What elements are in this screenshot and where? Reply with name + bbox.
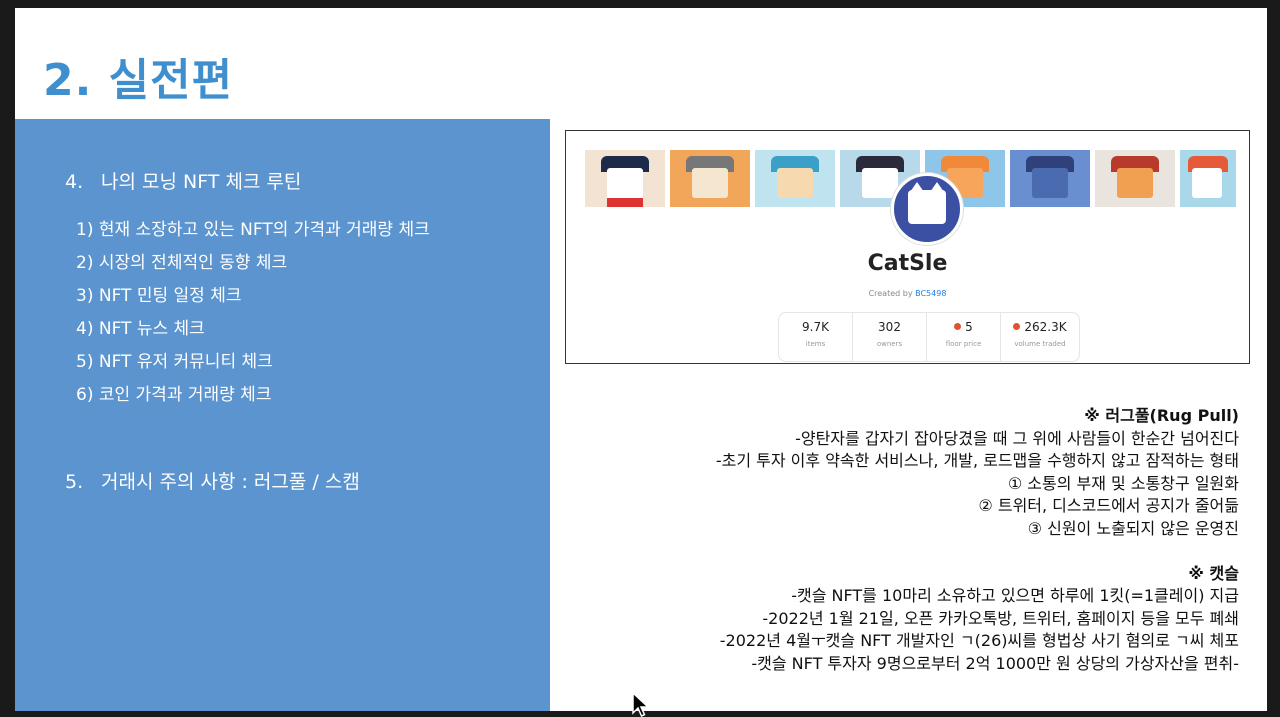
slide-title: 2. 실전편 bbox=[43, 55, 234, 106]
stat-value: 9.7K bbox=[802, 320, 829, 334]
section-5-title: 거래시 주의 사항 : 러그풀 / 스캠 bbox=[101, 471, 360, 493]
stat-owners: 302 owners bbox=[853, 313, 927, 361]
notes-text: ※ 러그풀(Rug Pull) -양탄자를 갑자기 잡아당겼을 때 그 위에 사… bbox=[716, 405, 1239, 676]
stat-floor-price: 5 floor price bbox=[927, 313, 1001, 361]
stat-value: 5 bbox=[965, 320, 973, 334]
created-by: Created by BC5498 bbox=[566, 289, 1249, 298]
collection-avatar bbox=[891, 173, 963, 245]
collection-name: CatSle bbox=[867, 251, 948, 276]
routine-item: 6) 코인 가격과 거래량 체크 bbox=[76, 385, 272, 405]
catsle-line: -2022년 4월ㅜ캣슬 NFT 개발자인 ㄱ(26)씨를 형법상 사기 혐의로… bbox=[719, 631, 1239, 651]
section-4-title: 나의 모닝 NFT 체크 루틴 bbox=[101, 171, 302, 193]
section-4-heading: 4. 나의 모닝 NFT 체크 루틴 bbox=[65, 167, 301, 194]
nft-thumbnail-image bbox=[1095, 150, 1175, 207]
presentation-slide: 2. 실전편 4. 나의 모닝 NFT 체크 루틴 1) 현재 소장하고 있는 N… bbox=[15, 8, 1267, 711]
catsle-line: -캣슬 NFT 투자자 9명으로부터 2억 1000만 원 상당의 가상자산을 … bbox=[751, 653, 1239, 673]
routine-item: 5) NFT 유저 커뮤니티 체크 bbox=[76, 352, 273, 372]
nft-thumbnail-image bbox=[755, 150, 835, 207]
section-5-heading: 5. 거래시 주의 사항 : 러그풀 / 스캠 bbox=[65, 467, 360, 494]
rugpull-line: ① 소통의 부재 및 소통창구 일원화 bbox=[1007, 473, 1239, 493]
catsle-line: -2022년 1월 21일, 오픈 카카오톡방, 트위터, 홈페이지 등을 모두… bbox=[762, 608, 1239, 628]
routine-item: 1) 현재 소장하고 있는 NFT의 가격과 거래량 체크 bbox=[76, 220, 430, 240]
created-by-label: Created by bbox=[868, 289, 913, 298]
nft-thumbnail-image bbox=[670, 150, 750, 207]
eth-icon bbox=[954, 323, 962, 330]
rugpull-heading: ※ 러그풀(Rug Pull) bbox=[1084, 406, 1239, 425]
nft-collection-screenshot: CatSle Created by BC5498 9.7K items 302 … bbox=[565, 130, 1250, 364]
stat-label: owners bbox=[876, 340, 903, 348]
rugpull-line: ③ 신원이 노출되지 않은 운영진 bbox=[1027, 518, 1239, 538]
nft-thumbnail-image bbox=[585, 150, 665, 207]
stat-items: 9.7K items bbox=[779, 313, 853, 361]
routine-list: 1) 현재 소장하고 있는 NFT의 가격과 거래량 체크 2) 시장의 전체적… bbox=[76, 217, 430, 415]
cat-icon bbox=[908, 182, 946, 224]
stat-label: floor price bbox=[945, 340, 982, 348]
routine-item: 3) NFT 민팅 일정 체크 bbox=[76, 286, 242, 306]
section-4-number: 4. bbox=[65, 171, 84, 193]
stat-volume-traded: 262.3K volume traded bbox=[1001, 313, 1079, 361]
mouse-cursor-icon bbox=[632, 692, 650, 717]
eth-icon bbox=[1013, 323, 1021, 330]
section-5-number: 5. bbox=[65, 471, 84, 493]
nft-thumbnail-image bbox=[1010, 150, 1090, 207]
collection-stats: 9.7K items 302 owners 5 floor price 262.… bbox=[778, 312, 1080, 362]
stat-value: 302 bbox=[878, 320, 901, 334]
stat-label: items bbox=[805, 340, 826, 348]
catsle-line: -캣슬 NFT를 10마리 소유하고 있으면 하루에 1킷(=1클레이) 지급 bbox=[791, 586, 1239, 606]
stat-label: volume traded bbox=[1014, 340, 1066, 348]
rugpull-line: ② 트위터, 디스코드에서 공지가 줄어듦 bbox=[978, 496, 1239, 516]
left-content-panel: 4. 나의 모닝 NFT 체크 루틴 1) 현재 소장하고 있는 NFT의 가격과… bbox=[15, 119, 550, 711]
rugpull-line: -초기 투자 이후 약속한 서비스나, 개발, 로드맵을 수행하지 않고 잠적하… bbox=[715, 451, 1239, 471]
stat-value: 262.3K bbox=[1024, 320, 1067, 334]
nft-thumbnail-image bbox=[1180, 150, 1236, 207]
routine-item: 2) 시장의 전체적인 동향 체크 bbox=[76, 253, 288, 273]
routine-item: 4) NFT 뉴스 체크 bbox=[76, 319, 205, 339]
creator-link: BC5498 bbox=[915, 289, 947, 298]
rugpull-line: -양탄자를 갑자기 잡아당겼을 때 그 위에 사람들이 한순간 넘어진다 bbox=[795, 428, 1239, 448]
catsle-heading: ※ 캣슬 bbox=[1188, 563, 1239, 583]
